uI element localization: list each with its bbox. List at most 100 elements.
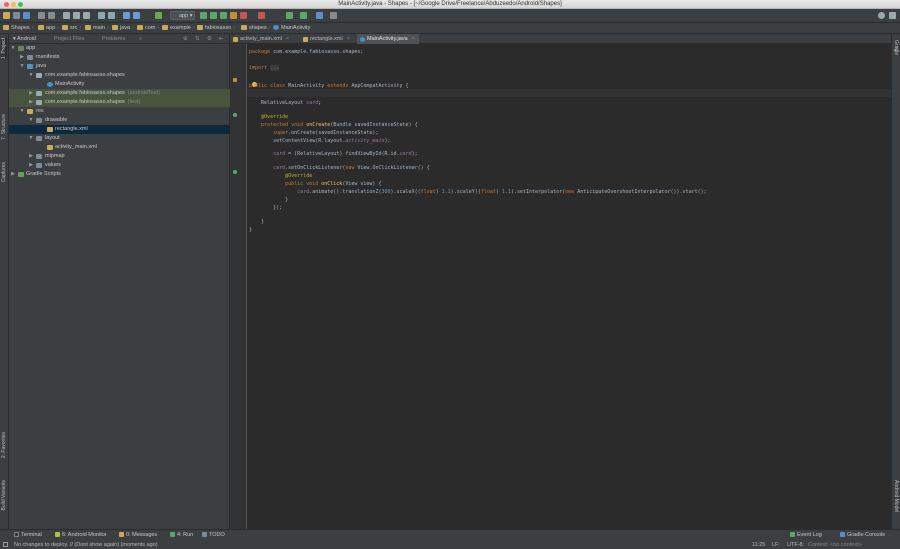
editor-gutter[interactable] — [230, 44, 247, 529]
tool-android-monitor[interactable]: 6: Android Monitor — [55, 532, 107, 538]
tab-favorites[interactable]: 2: Favorites — [1, 432, 7, 458]
code-line: @Override — [249, 173, 313, 179]
debug-icon[interactable] — [210, 12, 217, 19]
tool-terminal[interactable]: Terminal — [14, 532, 42, 538]
code-line: RelativeLayout card; — [249, 100, 322, 106]
tree-item-activity-main-xml[interactable]: activity_main.xml — [9, 143, 230, 152]
folder-icon — [112, 25, 118, 30]
close-tab-icon[interactable]: × — [286, 36, 289, 42]
avd-manager-icon[interactable] — [300, 12, 307, 19]
tool-windows-toggle-icon[interactable] — [3, 542, 8, 547]
breadcrumb-item[interactable]: example › — [162, 25, 195, 31]
replace-icon[interactable] — [108, 12, 115, 19]
tree-item-drawable[interactable]: ▼ drawable — [9, 116, 230, 125]
tool-messages[interactable]: 0: Messages — [119, 532, 157, 538]
tree-item-manifests[interactable]: ▶ manifests — [9, 53, 230, 62]
stop-icon[interactable] — [258, 12, 265, 19]
profile-icon[interactable] — [230, 12, 237, 19]
attach-debugger-icon[interactable] — [240, 12, 247, 19]
status-message: No changes to deploy. // (Dont show agai… — [14, 542, 158, 548]
paste-icon[interactable] — [83, 12, 90, 19]
breadcrumb-item[interactable]: com › — [137, 25, 159, 31]
tree-item-gradle-scripts[interactable]: ▶ Gradle Scripts — [9, 170, 230, 179]
breadcrumb-item[interactable]: MainActivity — [273, 25, 310, 31]
tab-project[interactable]: 1: Project — [1, 38, 7, 60]
window-title: MainActivity.java - Shapes - [~/Google D… — [338, 1, 562, 7]
tree-item-package-androidtest[interactable]: ▶ com.example.fabiosasso.shapes (androidTe… — [9, 89, 230, 98]
tab-captures[interactable]: Captures — [1, 162, 7, 182]
tool-todo[interactable]: TODO — [202, 532, 225, 538]
build-hammer-icon[interactable] — [155, 12, 162, 19]
more-tabs-icon[interactable]: » — [139, 36, 142, 42]
tool-gradle-console[interactable]: Gradle Console — [840, 532, 885, 538]
undo-icon[interactable] — [38, 12, 45, 19]
close-tab-icon[interactable]: × — [347, 36, 350, 42]
file-encoding[interactable]: UTF-8: — [787, 542, 804, 548]
tree-item-mipmap[interactable]: ▶ mipmap — [9, 152, 230, 161]
open-folder-icon[interactable] — [3, 12, 10, 19]
redo-icon[interactable] — [48, 12, 55, 19]
run-icon[interactable] — [200, 12, 207, 19]
class-marker-icon[interactable] — [233, 78, 237, 82]
find-icon[interactable] — [98, 12, 105, 19]
tree-item-rectangle-xml[interactable]: rectangle.xml — [9, 125, 230, 134]
hide-panel-icon[interactable]: ⇤ — [219, 36, 224, 42]
back-icon[interactable] — [123, 12, 130, 19]
tab-project-files[interactable]: Project Files — [54, 36, 84, 42]
chevron-down-icon: ▼ — [10, 45, 16, 51]
code-line: card.animate().translationZ(300).scaleX(… — [297, 189, 707, 195]
breadcrumb-item[interactable]: java › — [112, 25, 134, 31]
breadcrumb-item[interactable]: shapes › — [241, 25, 271, 31]
breadcrumb-item[interactable]: main › — [85, 25, 109, 31]
settings-gear-icon[interactable]: ⚙ — [207, 36, 212, 42]
tab-rectangle-xml[interactable]: rectangle.xml × — [300, 34, 356, 44]
caret-position[interactable]: 11:25 — [752, 542, 765, 548]
save-all-icon[interactable] — [13, 12, 20, 19]
run-config-select[interactable]: app ▾ — [170, 11, 195, 20]
breadcrumb-item[interactable]: src › — [62, 25, 81, 31]
tree-item-values[interactable]: ▶ values — [9, 161, 230, 170]
tab-build-variants[interactable]: Build Variants — [1, 480, 7, 510]
tool-run[interactable]: 4: Run — [170, 532, 193, 538]
sync-scroll-icon[interactable]: ⊕ — [183, 36, 188, 42]
tab-gradle[interactable]: Gradle — [893, 40, 899, 55]
search-everywhere-icon[interactable] — [878, 12, 885, 19]
tab-mainactivity-java[interactable]: MainActivity.java × — [357, 34, 419, 44]
breadcrumb-item[interactable]: Shapes › — [3, 25, 34, 31]
tree-item-res[interactable]: ▼ res — [9, 107, 230, 116]
tab-android[interactable]: ▾ Android — [13, 36, 36, 42]
current-line-highlight — [247, 89, 891, 97]
sync-icon[interactable] — [23, 12, 30, 19]
tool-event-log[interactable]: Event Log — [790, 532, 822, 538]
tab-android-model[interactable]: Android Model — [893, 480, 899, 512]
code-line: package com.example.fabiosasso.shapes; — [249, 49, 364, 55]
breadcrumb-item[interactable]: app › — [38, 25, 59, 31]
code-line: } — [249, 197, 289, 203]
tab-problems[interactable]: Problems — [102, 36, 125, 42]
tree-item-layout[interactable]: ▼ layout — [9, 134, 230, 143]
tree-item-java[interactable]: ▼ java — [9, 62, 230, 71]
folder-icon — [27, 109, 33, 114]
forward-icon[interactable] — [133, 12, 140, 19]
tree-item-app[interactable]: ▼ app — [9, 44, 230, 53]
right-tool-strip: ✔ Gradle Android Model — [891, 34, 900, 529]
chevron-right-icon: ▶ — [11, 171, 15, 177]
breadcrumb-item[interactable]: fabiosasso › — [197, 25, 235, 31]
tab-activity-main-xml[interactable]: activity_main.xml × — [230, 34, 299, 44]
collapse-all-icon[interactable]: ⇅ — [195, 36, 200, 42]
cut-icon[interactable] — [63, 12, 70, 19]
sync-gradle-icon[interactable] — [286, 12, 293, 19]
line-separator[interactable]: LF: — [772, 542, 780, 548]
tree-item-mainactivity[interactable]: MainActivity — [9, 80, 230, 89]
tree-item-package[interactable]: ▼ com.example.fabiosasso.shapes — [9, 71, 230, 80]
override-marker-icon[interactable] — [233, 113, 237, 117]
tab-structure[interactable]: 7: Structure — [1, 114, 7, 140]
notifications-icon[interactable] — [889, 12, 896, 19]
coverage-icon[interactable] — [220, 12, 227, 19]
copy-icon[interactable] — [73, 12, 80, 19]
close-tab-icon[interactable]: × — [412, 36, 415, 42]
help-icon[interactable] — [330, 12, 337, 19]
sdk-manager-icon[interactable] — [316, 12, 323, 19]
override-marker-icon[interactable] — [233, 170, 237, 174]
tree-item-package-test[interactable]: ▶ com.example.fabiosasso.shapes (test) — [9, 98, 230, 107]
